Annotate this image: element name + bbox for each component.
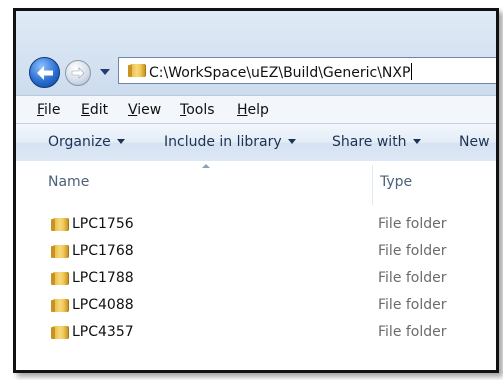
navigation-bar: C:\WorkSpace\uEZ\Build\Generic\NXP xyxy=(16,11,496,95)
menu-help-label: elp xyxy=(247,102,269,118)
organize-label: Organize xyxy=(48,134,111,150)
forward-arrow-icon xyxy=(71,67,85,79)
menu-file-mnemonic: F xyxy=(37,102,45,118)
include-in-library-label: Include in library xyxy=(164,134,282,150)
back-button[interactable] xyxy=(29,57,60,88)
item-type: File folder xyxy=(378,270,447,286)
item-type: File folder xyxy=(378,324,447,340)
folder-icon xyxy=(51,299,69,312)
new-folder-button[interactable]: New xyxy=(459,134,490,150)
include-in-library-button[interactable]: Include in library xyxy=(164,134,296,150)
item-name: LPC1768 xyxy=(72,243,134,259)
item-name: LPC1788 xyxy=(72,270,134,286)
chevron-down-icon xyxy=(116,139,125,144)
back-arrow-icon xyxy=(36,65,53,80)
item-name: LPC4088 xyxy=(72,297,134,313)
recent-pages-dropdown[interactable] xyxy=(100,69,110,75)
file-list: Name Type LPC1756 File folder LPC1768 Fi… xyxy=(16,161,496,370)
share-with-button[interactable]: Share with xyxy=(332,134,421,150)
menu-view[interactable]: View xyxy=(128,102,161,118)
list-item[interactable]: LPC1788 File folder xyxy=(16,266,496,293)
item-name: LPC4357 xyxy=(72,324,134,340)
list-item[interactable]: LPC4357 File folder xyxy=(16,320,496,347)
explorer-window: C:\WorkSpace\uEZ\Build\Generic\NXP File … xyxy=(13,8,499,373)
menu-tools[interactable]: Tools xyxy=(180,102,215,118)
address-path[interactable]: C:\WorkSpace\uEZ\Build\Generic\NXP xyxy=(149,63,413,81)
item-type: File folder xyxy=(378,216,447,232)
chevron-down-icon xyxy=(287,139,296,144)
folder-icon xyxy=(51,245,69,258)
folder-icon xyxy=(51,272,69,285)
folder-icon xyxy=(51,326,69,339)
list-item[interactable]: LPC4088 File folder xyxy=(16,293,496,320)
list-item[interactable]: LPC1768 File folder xyxy=(16,239,496,266)
item-name: LPC1756 xyxy=(72,216,134,232)
command-bar: Organize Include in library Share with N… xyxy=(16,123,496,162)
column-header-name[interactable]: Name xyxy=(48,174,89,190)
menu-edit-mnemonic: E xyxy=(81,102,90,118)
share-with-label: Share with xyxy=(332,134,407,150)
list-item[interactable]: LPC1756 File folder xyxy=(16,212,496,239)
menu-view-label: iew xyxy=(137,102,162,118)
column-header-type[interactable]: Type xyxy=(380,174,412,190)
menu-help-mnemonic: H xyxy=(237,102,248,118)
folder-icon xyxy=(128,64,146,77)
menu-help[interactable]: Help xyxy=(237,102,269,118)
item-type: File folder xyxy=(378,297,447,313)
address-bar[interactable]: C:\WorkSpace\uEZ\Build\Generic\NXP xyxy=(118,57,496,84)
sort-ascending-icon xyxy=(202,164,210,168)
chevron-down-icon xyxy=(412,139,421,144)
menu-edit[interactable]: Edit xyxy=(81,102,108,118)
item-type: File folder xyxy=(378,243,447,259)
forward-button[interactable] xyxy=(65,60,91,86)
menu-tools-label: ools xyxy=(186,102,215,118)
menu-file-label: ile xyxy=(44,102,61,118)
address-path-text: C:\WorkSpace\uEZ\Build\Generic\NXP xyxy=(149,65,411,81)
menu-file[interactable]: File xyxy=(37,102,60,118)
menu-view-mnemonic: V xyxy=(128,102,138,118)
organize-button[interactable]: Organize xyxy=(48,134,125,150)
menu-edit-label: dit xyxy=(89,102,109,118)
menu-bar: File Edit View Tools Help xyxy=(16,95,496,124)
folder-icon xyxy=(51,218,69,231)
column-separator[interactable] xyxy=(372,165,373,205)
text-caret xyxy=(411,63,413,80)
new-label: New xyxy=(459,134,490,150)
